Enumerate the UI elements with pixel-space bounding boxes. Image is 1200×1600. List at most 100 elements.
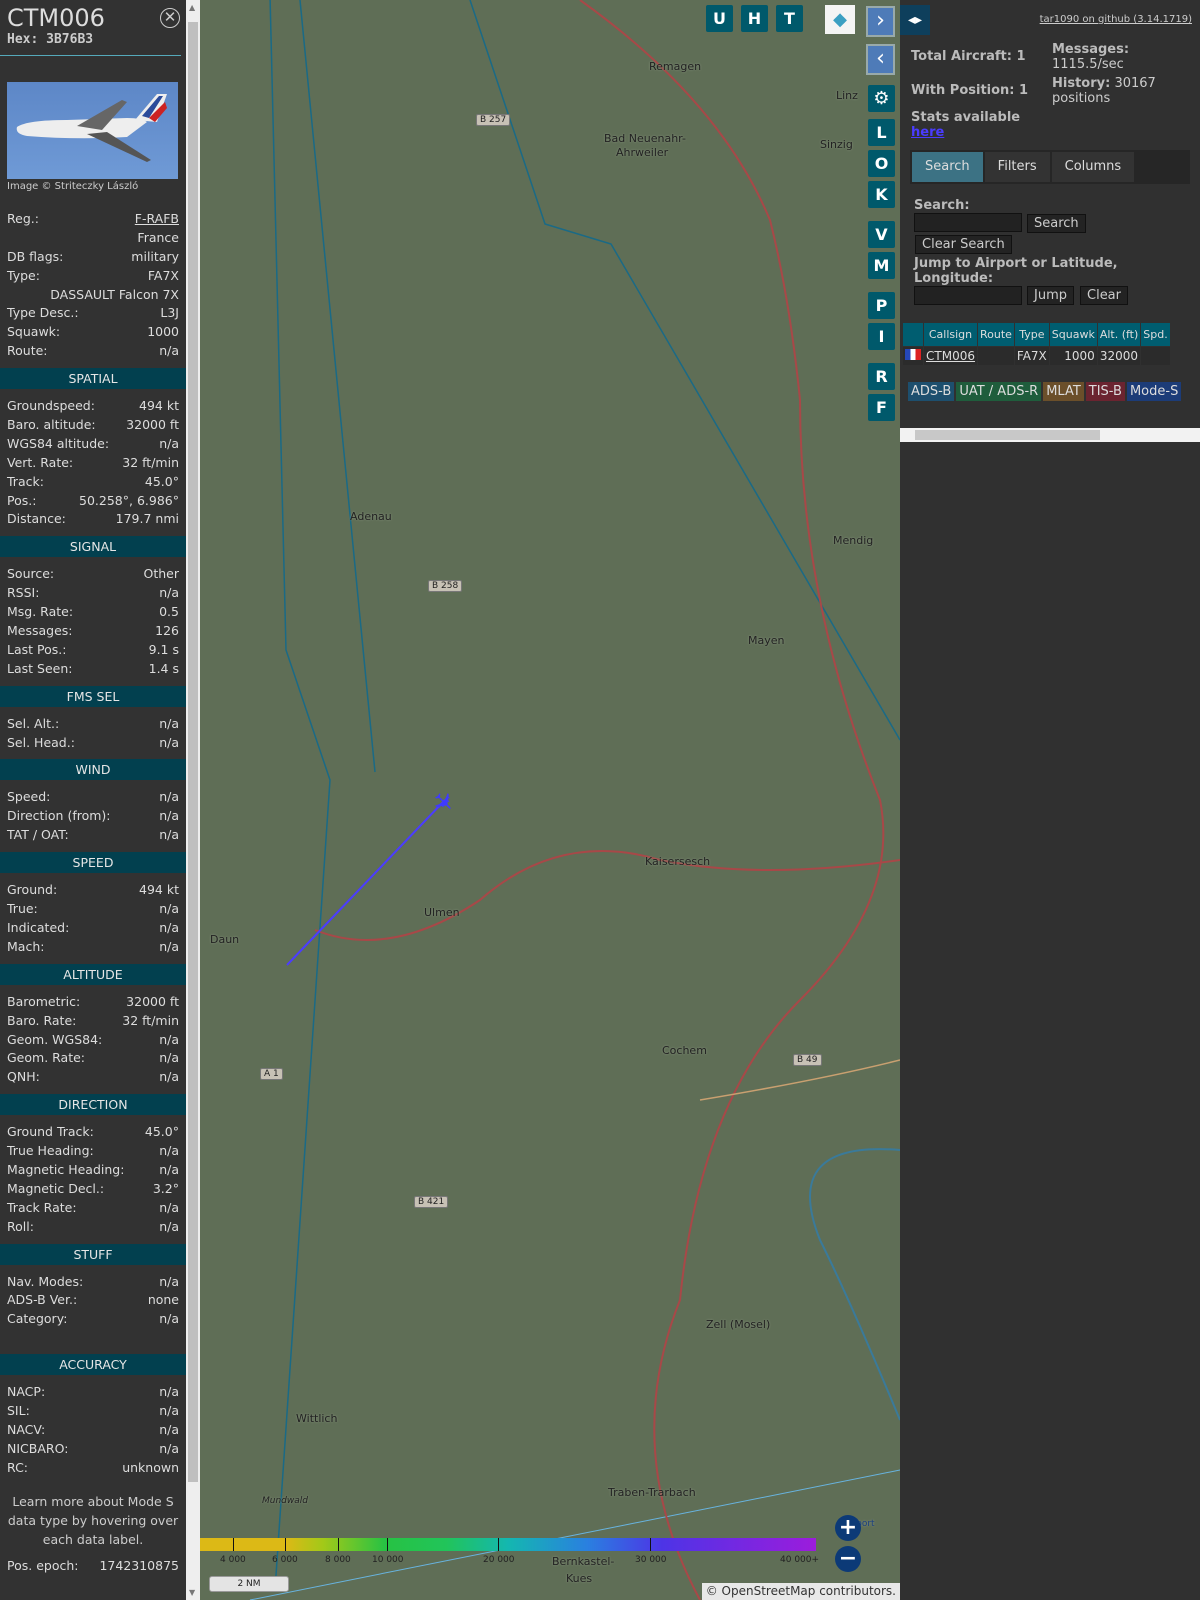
info-label[interactable]: Distance: — [7, 510, 66, 529]
info-label[interactable]: NICBARO: — [7, 1440, 68, 1459]
info-label[interactable]: Reg.: — [7, 210, 39, 229]
column-header-callsign[interactable]: Callsign — [924, 323, 977, 346]
info-label[interactable]: SIL: — [7, 1402, 30, 1421]
callsign-cell[interactable]: CTM006 — [924, 347, 977, 365]
info-row: Track: 45.0° — [0, 473, 186, 492]
horizontal-scrollbar[interactable] — [900, 428, 1200, 442]
info-label[interactable]: Direction (from): — [7, 807, 111, 826]
info-label[interactable]: Route: — [7, 342, 48, 361]
search-input[interactable] — [914, 213, 1022, 232]
zoom-out-button[interactable]: − — [835, 1546, 861, 1572]
info-label[interactable]: Track Rate: — [7, 1199, 77, 1218]
jump-input[interactable] — [914, 286, 1022, 305]
info-label[interactable]: Geom. Rate: — [7, 1049, 85, 1068]
info-label[interactable]: Sel. Head.: — [7, 734, 75, 753]
info-label[interactable]: Ground Track: — [7, 1123, 94, 1142]
info-label[interactable]: Barometric: — [7, 993, 80, 1012]
map-button-p[interactable]: P — [868, 292, 895, 319]
layers-icon[interactable]: ◆ — [825, 5, 855, 34]
expand-right-button[interactable]: › — [866, 6, 895, 37]
map-button-r[interactable]: R — [868, 363, 895, 390]
info-label[interactable]: RC: — [7, 1459, 28, 1478]
map-button-m[interactable]: M — [868, 252, 895, 279]
section-header: ACCURACY — [0, 1354, 186, 1376]
info-label[interactable]: Messages: — [7, 622, 73, 641]
jump-button[interactable]: Jump — [1027, 286, 1074, 305]
info-label[interactable]: Baro. altitude: — [7, 416, 96, 435]
collapse-left-button[interactable]: ‹ — [866, 44, 895, 75]
search-button[interactable]: Search — [1027, 214, 1086, 233]
map-button-l[interactable]: L — [868, 119, 895, 146]
info-label[interactable]: Last Seen: — [7, 660, 72, 679]
map-button-t[interactable]: T — [776, 5, 803, 32]
column-header-route[interactable]: Route — [977, 323, 1014, 346]
column-header-type[interactable]: Type — [1014, 323, 1049, 346]
github-link[interactable]: tar1090 on github (3.14.1719) — [1040, 14, 1192, 25]
info-value[interactable]: F-RAFB — [135, 210, 179, 229]
clear-button[interactable]: Clear — [1080, 286, 1128, 305]
info-label[interactable]: RSSI: — [7, 584, 39, 603]
info-label[interactable]: NACV: — [7, 1421, 45, 1440]
map[interactable]: ✈ Remagen Bad Neuenahr- Ahrweiler Linz S… — [200, 0, 900, 1600]
map-attribution[interactable]: © OpenStreetMap contributors. — [701, 1583, 900, 1600]
info-label[interactable]: Speed: — [7, 788, 50, 807]
info-label[interactable]: Mach: — [7, 938, 44, 957]
left-panel-scrollbar[interactable]: ▲ ▼ — [186, 0, 200, 1600]
info-label[interactable]: Type: — [7, 267, 40, 286]
info-label[interactable]: Last Pos.: — [7, 641, 66, 660]
tab-search[interactable]: Search — [912, 152, 983, 182]
info-label[interactable]: Baro. Rate: — [7, 1012, 76, 1031]
info-label[interactable]: Track: — [7, 473, 44, 492]
settings-gear-icon[interactable]: ⚙ — [868, 85, 895, 112]
map-button-h[interactable]: H — [741, 5, 768, 32]
info-label[interactable]: Vert. Rate: — [7, 454, 73, 473]
map-button-k[interactable]: K — [868, 181, 895, 208]
info-label[interactable]: TAT / OAT: — [7, 826, 69, 845]
map-button-u[interactable]: U — [706, 5, 733, 32]
info-label[interactable]: Pos. epoch: — [7, 1557, 78, 1576]
map-button-i[interactable]: I — [868, 323, 895, 350]
info-label[interactable]: Squawk: — [7, 323, 60, 342]
info-label[interactable]: Magnetic Heading: — [7, 1161, 124, 1180]
tab-columns[interactable]: Columns — [1051, 152, 1135, 182]
info-label[interactable]: Roll: — [7, 1218, 34, 1237]
table-row[interactable]: CTM006 FA7X 1000 32000 — [903, 347, 1170, 365]
map-button-f[interactable]: F — [868, 394, 895, 421]
clear-search-button[interactable]: Clear Search — [915, 235, 1012, 254]
aircraft-photo[interactable] — [7, 82, 178, 179]
column-header-flag[interactable] — [903, 323, 923, 346]
info-label[interactable]: Nav. Modes: — [7, 1273, 83, 1292]
info-label[interactable]: Geom. WGS84: — [7, 1031, 102, 1050]
info-label[interactable]: Type Desc.: — [7, 304, 79, 323]
info-label[interactable]: Source: — [7, 565, 54, 584]
column-header-altitude[interactable]: Alt. (ft) — [1097, 323, 1141, 346]
map-button-v[interactable]: V — [868, 221, 895, 248]
column-header-squawk[interactable]: Squawk — [1049, 323, 1097, 346]
info-label[interactable]: Sel. Alt.: — [7, 715, 59, 734]
info-label[interactable]: Pos.: — [7, 492, 36, 511]
info-row: France — [0, 229, 186, 248]
column-header-speed[interactable]: Spd. — [1141, 323, 1170, 346]
stats-link[interactable]: here — [911, 125, 944, 140]
close-icon[interactable]: ✕ — [160, 8, 180, 28]
info-label[interactable]: ADS-B Ver.: — [7, 1291, 77, 1310]
tab-filters[interactable]: Filters — [984, 152, 1050, 182]
info-label[interactable]: Category: — [7, 1310, 67, 1329]
info-label[interactable]: WGS84 altitude: — [7, 435, 109, 454]
info-label[interactable]: DB flags: — [7, 248, 63, 267]
map-button-o[interactable]: O — [868, 150, 895, 177]
info-value: n/a — [159, 343, 179, 359]
toggle-sidebar-button[interactable]: ◂▸ — [900, 5, 930, 35]
info-label[interactable]: Msg. Rate: — [7, 603, 73, 622]
info-label[interactable]: NACP: — [7, 1383, 45, 1402]
map-label: Bernkastel- — [552, 1555, 615, 1568]
info-label[interactable]: True Heading: — [7, 1142, 94, 1161]
info-label[interactable]: Groundspeed: — [7, 397, 95, 416]
info-label[interactable]: True: — [7, 900, 38, 919]
map-label: Wittlich — [296, 1412, 338, 1425]
info-label[interactable]: Indicated: — [7, 919, 69, 938]
info-label[interactable]: QNH: — [7, 1068, 40, 1087]
info-label[interactable]: Ground: — [7, 881, 57, 900]
zoom-in-button[interactable]: + — [835, 1515, 861, 1541]
info-label[interactable]: Magnetic Decl.: — [7, 1180, 104, 1199]
